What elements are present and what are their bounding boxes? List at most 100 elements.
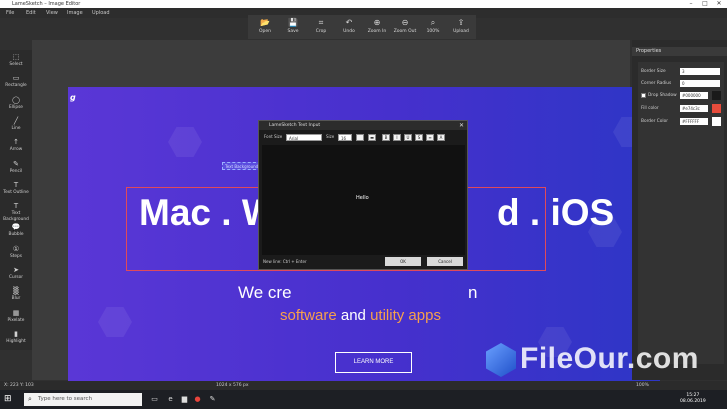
subtitle-line2: software and utility apps: [280, 307, 441, 324]
zoom-in-button[interactable]: ⊕ Zoom In: [364, 15, 390, 39]
tool-pixelate[interactable]: ▦ Pixelate: [0, 308, 32, 330]
border-color-input[interactable]: #FFFFFF: [680, 118, 708, 125]
corner-radius-input[interactable]: 0: [680, 80, 720, 87]
tool-pencil[interactable]: ✎ Pencil: [0, 159, 32, 181]
canvas-area[interactable]: g Text Background Mac . Wind d . iOS A W…: [32, 40, 660, 409]
strikethrough-button[interactable]: S: [415, 134, 423, 141]
background-swatch-button[interactable]: ▬: [368, 134, 376, 141]
tool-label: Ellipse: [9, 104, 23, 110]
tool-highlight[interactable]: ▮ Highlight: [0, 329, 32, 351]
tool-arrow[interactable]: ↑ Arrow: [0, 137, 32, 159]
dialog-format-row: Font Size Arial Size 16 ▬ B I U S ≡ A: [262, 133, 467, 142]
save-button[interactable]: 💾 Save: [280, 15, 306, 39]
steps-icon: ①: [12, 244, 20, 253]
minimize-button[interactable]: –: [684, 0, 698, 8]
taskbar-clock[interactable]: 15:27 08.06.2019: [680, 393, 706, 405]
crop-button[interactable]: ⌗ Crop: [308, 15, 334, 39]
bold-button[interactable]: B: [382, 134, 390, 141]
upload-button[interactable]: ⇪ Upload: [448, 15, 474, 39]
tool-label: Text Background: [3, 211, 29, 223]
fill-color-input[interactable]: #e74c3c: [680, 105, 708, 112]
taskbar-search-box[interactable]: ⌕ Type here to search: [24, 393, 142, 406]
zoom-out-button[interactable]: ⊖ Zoom Out: [392, 15, 418, 39]
decor-hexagon: [168, 127, 202, 157]
border-color-swatch[interactable]: [712, 117, 721, 126]
size-select[interactable]: 16: [338, 134, 352, 141]
toolbar-label: Crop: [315, 29, 327, 34]
tool-text-background[interactable]: T Text Background: [0, 201, 32, 223]
ok-button[interactable]: OK: [385, 257, 421, 266]
chrome-icon[interactable]: ●: [193, 395, 202, 404]
newline-hint: New line: Ctrl + Enter: [263, 259, 307, 264]
maximize-button[interactable]: □: [698, 0, 712, 8]
text-input-dialog: LameSketch Text Input ✕ Font Size Arial …: [258, 120, 468, 270]
dialog-close-icon[interactable]: ✕: [459, 121, 464, 130]
toolbar-label: Save: [287, 29, 299, 34]
main-toolbar: 📂 Open 💾 Save ⌗ Crop ↶ Undo ⊕ Zoom In ⊖ Zoom Out ⌕ 10…: [248, 15, 476, 39]
toolbar-label: Undo: [343, 29, 355, 34]
task-view-icon[interactable]: ▭: [150, 395, 159, 404]
learn-more-button[interactable]: LEARN MORE: [335, 352, 412, 373]
fileour-logo-icon: [486, 343, 516, 377]
cancel-button[interactable]: Cancel: [427, 257, 463, 266]
watermark: FileOur.com: [486, 340, 711, 384]
edge-browser-icon[interactable]: e: [166, 395, 175, 404]
font-select[interactable]: Arial: [286, 134, 322, 141]
pixelate-icon: ▦: [12, 308, 20, 317]
logo-fragment: g: [70, 93, 76, 102]
tool-text-outline[interactable]: T Text Outline: [0, 180, 32, 202]
toolbar-label: Upload: [453, 29, 469, 34]
tool-line[interactable]: ╱ Line: [0, 116, 32, 138]
menu-upload[interactable]: Upload: [92, 8, 110, 18]
drop-shadow-checkbox[interactable]: [641, 93, 646, 98]
align-button[interactable]: ≡: [426, 134, 434, 141]
text-input-content: Hello: [356, 195, 369, 201]
tool-label: Pixelate: [7, 317, 25, 323]
tool-label: Text Outline: [3, 189, 29, 195]
menu-image[interactable]: Image: [67, 8, 83, 18]
clock-date: 08.06.2019: [680, 399, 706, 404]
open-button[interactable]: 📂 Open: [252, 15, 278, 39]
tool-label: Pencil: [9, 168, 23, 174]
drop-shadow-row: Drop Shadow #000000: [640, 91, 722, 100]
file-explorer-icon[interactable]: ▆: [180, 395, 189, 404]
highlight-icon: ▮: [14, 329, 18, 338]
menu-file[interactable]: File: [6, 8, 14, 18]
tool-cursor[interactable]: ➤ Cursor: [0, 265, 32, 287]
drop-shadow-swatch[interactable]: [712, 91, 721, 100]
tool-ellipse[interactable]: ◯ Ellipse: [0, 95, 32, 117]
color-swatch-button[interactable]: [356, 134, 364, 141]
properties-body: Border Size 3 Corner Radius 0 Drop Shado…: [638, 62, 724, 364]
tool-blur[interactable]: ▒ Blur: [0, 286, 32, 308]
headline-line1-end: d . iOS: [497, 192, 615, 233]
tool-label: Bubble: [8, 232, 24, 238]
tool-rectangle[interactable]: ▭ Rectangle: [0, 73, 32, 95]
corner-radius-row: Corner Radius 0: [640, 79, 722, 88]
bubble-icon: 💬: [11, 223, 21, 232]
undo-button[interactable]: ↶ Undo: [336, 15, 362, 39]
close-button[interactable]: ✕: [712, 0, 726, 8]
drop-shadow-input[interactable]: #000000: [680, 92, 708, 99]
menu-edit[interactable]: Edit: [26, 8, 36, 18]
arrow-icon: ↑: [13, 138, 19, 147]
100-button[interactable]: ⌕ 100%: [420, 15, 446, 39]
tool-label: Line: [11, 125, 21, 131]
italic-button[interactable]: I: [393, 134, 401, 141]
menu-view[interactable]: View: [46, 8, 58, 18]
text-input-area[interactable]: Hello: [262, 145, 465, 255]
border-size-input[interactable]: 3: [680, 68, 720, 75]
decor-hexagon: [98, 307, 132, 337]
underline-button[interactable]: U: [404, 134, 412, 141]
tool-steps[interactable]: ① Steps: [0, 244, 32, 266]
tool-select[interactable]: ⬚ Select: [0, 52, 32, 74]
app-taskbar-icon[interactable]: ✎: [208, 395, 217, 404]
toolbar-label: Zoom Out: [393, 29, 417, 34]
app-window: LameSketch – Image Editor – □ ✕ File Edi…: [0, 0, 727, 409]
properties-panel: Properties Border Size 3 Corner Radius 0…: [632, 40, 727, 380]
toolbar-label: Zoom In: [367, 29, 387, 34]
fill-color-swatch[interactable]: [712, 104, 721, 113]
windows-start-icon[interactable]: ⊞: [4, 394, 15, 405]
tool-bubble[interactable]: 💬 Bubble: [0, 222, 32, 244]
tools-sidebar: ⬚ Select ▭ Rectangle ◯ Ellipse ╱ Line ↑ Arrow ✎ Pen…: [0, 50, 32, 350]
font-color-button[interactable]: A: [437, 134, 445, 141]
